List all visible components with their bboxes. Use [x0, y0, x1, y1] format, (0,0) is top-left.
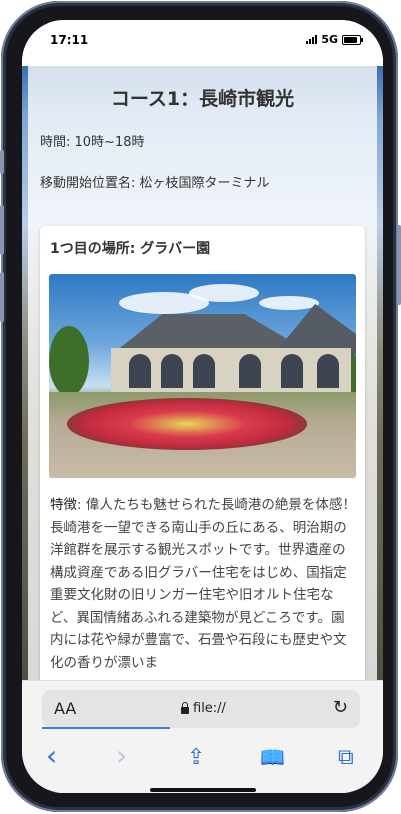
status-indicators: 5G [306, 33, 363, 46]
start-location-info: 移動開始位置名: 松ヶ枝国際ターミナル [40, 176, 270, 191]
back-icon[interactable]: ‹ [46, 739, 57, 772]
feature-label: 特徴 [50, 497, 77, 513]
text-size-label: AA [54, 699, 77, 718]
place-description: 特徴: 偉人たちも魅せられた長崎港の絶景を体感！ 長崎港を一望できる南山手の丘に… [50, 494, 358, 674]
place-title: 1つ目の場所: グラバー園 [50, 241, 211, 257]
course-title: コース1：長崎市観光 [110, 88, 295, 110]
forward-icon[interactable]: › [116, 739, 127, 772]
battery-icon [342, 34, 363, 45]
description-text: 長崎港を一望できる南山手の丘にある、明治期の洋館群を展示する観光スポットです。世… [50, 519, 347, 671]
status-time: 17:11 [50, 33, 89, 47]
share-icon[interactable]: ⇪ [187, 745, 205, 770]
network-label: 5G [321, 33, 338, 46]
status-bar: 17:11 5G [22, 20, 383, 66]
load-progress [42, 727, 170, 729]
lock-icon [181, 701, 189, 714]
home-indicator [150, 788, 256, 792]
url-display[interactable]: file:// [181, 701, 226, 716]
feature-text: : 偉人たちも魅せられた長崎港の絶景を体感！ [77, 497, 356, 513]
address-bar[interactable]: AA file:// ↻ [42, 690, 360, 729]
signal-icon [306, 35, 318, 44]
glover-garden-photo [49, 274, 356, 478]
reload-icon[interactable]: ↻ [333, 697, 348, 718]
browser-toolbar: ‹ › ⇪ 📖 ⧉ [22, 739, 383, 779]
phone-screen: 17:11 5G コース1：長崎市観光 時間: 10時~18時 移動開始位置名:… [22, 20, 383, 793]
url-text: file:// [193, 701, 226, 716]
volume-up-button [0, 205, 4, 255]
bookmarks-icon[interactable]: 📖 [260, 745, 285, 769]
place-card: 1つ目の場所: グラバー園 特徴: 偉人たちも魅せられた長崎港の絶景を体感！ 長… [40, 226, 365, 700]
time-info: 時間: 10時~18時 [40, 135, 145, 150]
power-button [397, 225, 401, 305]
mute-switch [0, 150, 4, 174]
volume-down-button [0, 272, 4, 322]
browser-chrome: AA file:// ↻ ‹ › ⇪ 📖 ⧉ [22, 680, 383, 793]
text-size-button[interactable]: AA [54, 699, 76, 718]
tabs-icon[interactable]: ⧉ [338, 745, 354, 770]
web-page[interactable]: コース1：長崎市観光 時間: 10時~18時 移動開始位置名: 松ヶ枝国際ターミ… [22, 66, 383, 700]
